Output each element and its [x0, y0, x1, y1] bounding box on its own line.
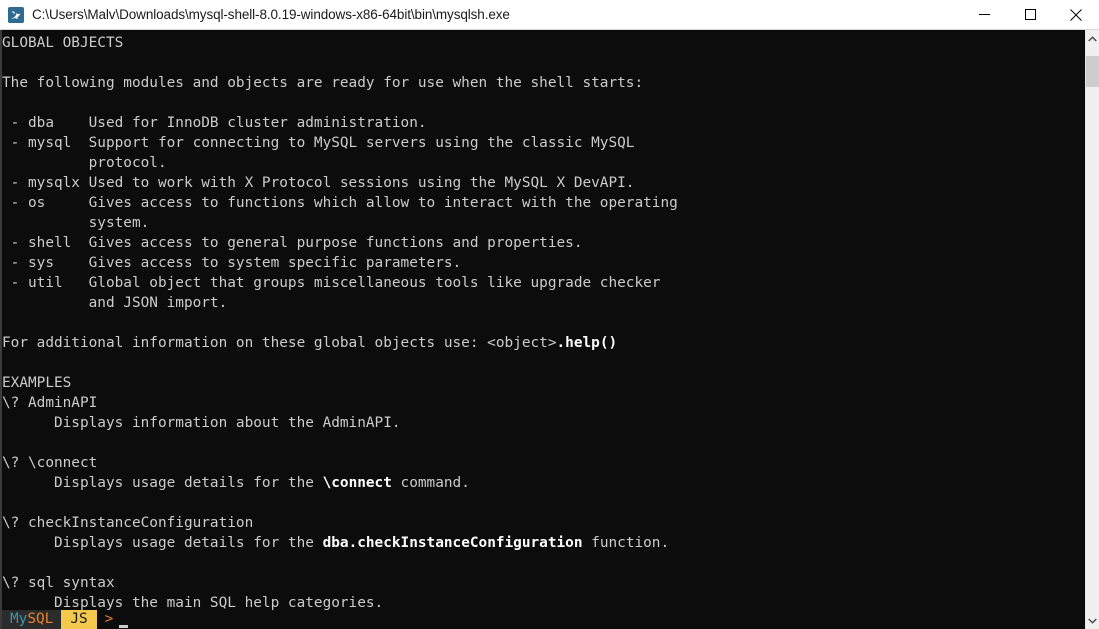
terminal-bold-text: .help(): [556, 335, 618, 351]
terminal-output[interactable]: GLOBAL OBJECTS The following modules and…: [0, 30, 1085, 629]
title-bar[interactable]: C:\Users\Malv\Downloads\mysql-shell-8.0.…: [0, 0, 1099, 30]
prompt-brand-badge: My SQL: [2, 610, 62, 629]
terminal-bold-text: dba.checkInstanceConfiguration: [322, 535, 583, 551]
chevron-down-icon[interactable]: [1086, 612, 1099, 629]
terminal-cursor: [119, 625, 129, 628]
terminal-bold-text: \connect: [322, 475, 392, 491]
prompt-mode-badge[interactable]: JS: [61, 610, 97, 629]
vertical-scrollbar[interactable]: [1085, 30, 1099, 629]
prompt-chevron: >: [104, 611, 114, 627]
maximize-button[interactable]: [1007, 0, 1053, 29]
scrollbar-track[interactable]: [1086, 47, 1099, 612]
window-controls: [961, 0, 1099, 29]
minimize-button[interactable]: [961, 0, 1007, 29]
close-button[interactable]: [1053, 0, 1099, 29]
window-title: C:\Users\Malv\Downloads\mysql-shell-8.0.…: [32, 7, 510, 22]
terminal-text: GLOBAL OBJECTS The following modules and…: [2, 35, 678, 611]
mysql-shell-icon: [8, 6, 24, 23]
chevron-up-icon[interactable]: [1086, 30, 1099, 47]
console-window: C:\Users\Malv\Downloads\mysql-shell-8.0.…: [0, 0, 1099, 629]
shell-prompt[interactable]: My SQL JS >: [2, 610, 129, 629]
prompt-brand-sql: SQL: [27, 611, 54, 627]
scrollbar-thumb[interactable]: [1086, 56, 1099, 87]
prompt-brand-my: My: [10, 611, 28, 627]
